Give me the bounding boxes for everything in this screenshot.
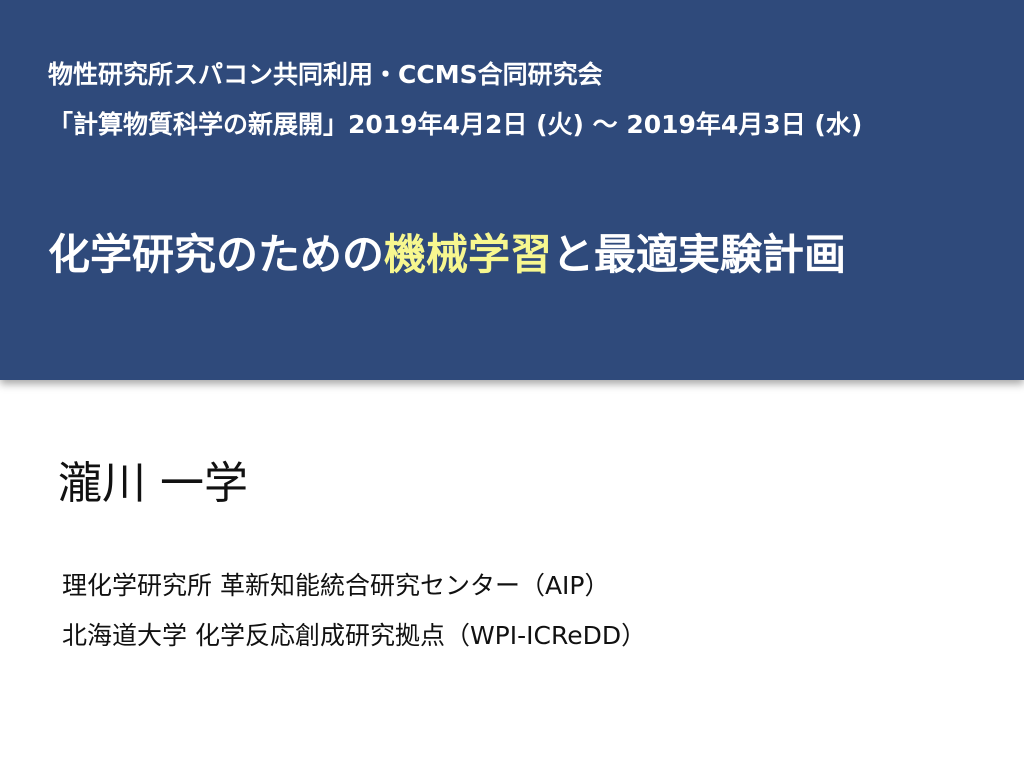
event-dates: 「計算物質科学の新展開」2019年4月2日 (火) 〜 2019年4月3日 (水… <box>48 110 863 139</box>
talk-title-part-1: 化学研究のための <box>48 230 385 279</box>
affiliation-1: 理化学研究所 革新知能統合研究センター（AIP） <box>62 571 610 600</box>
speaker-name: 瀧川 一学 <box>58 458 248 509</box>
title-slide: 物性研究所スパコン共同利用・CCMS合同研究会 「計算物質科学の新展開」2019… <box>0 0 1024 768</box>
talk-title: 化学研究のための機械学習と最適実験計画 <box>48 234 846 276</box>
event-name: 物性研究所スパコン共同利用・CCMS合同研究会 <box>48 60 603 89</box>
talk-title-highlight: 機械学習 <box>384 230 553 279</box>
talk-title-part-2: と最適実験計画 <box>552 230 847 279</box>
affiliation-2: 北海道大学 化学反応創成研究拠点（WPI-ICReDD） <box>62 621 647 650</box>
header-band: 物性研究所スパコン共同利用・CCMS合同研究会 「計算物質科学の新展開」2019… <box>0 0 1024 380</box>
